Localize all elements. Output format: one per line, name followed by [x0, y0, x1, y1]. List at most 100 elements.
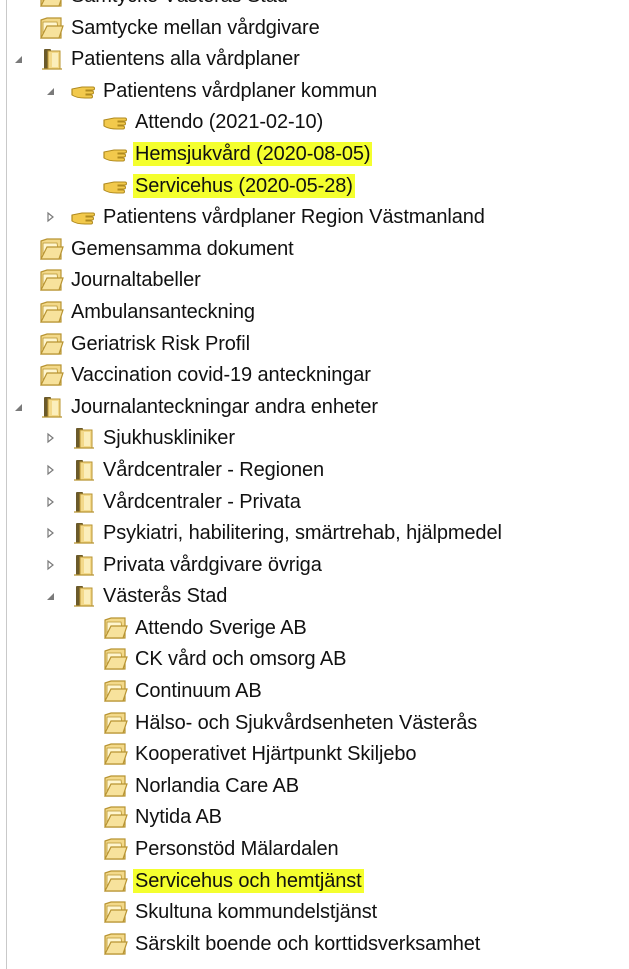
tree-item[interactable]: Servicehus (2020-05-28) [7, 170, 629, 202]
tree-item-label: Nytida AB [135, 806, 222, 829]
tree-item-label: Patientens vårdplaner Region Västmanland [103, 206, 485, 229]
note-folder-icon [37, 298, 65, 326]
tree-item-label: Hälso- och Sjukvårdsenheten Västerås [135, 711, 478, 734]
tree-item[interactable]: Skultuna kommundelstjänst [7, 896, 629, 928]
tree-item[interactable]: Servicehus och hemtjänst [7, 865, 629, 897]
tree-item-label: Psykiatri, habilitering, smärtrehab, hjä… [103, 522, 502, 545]
tree-item[interactable]: Continuum AB [7, 675, 629, 707]
tree-item-label: Personstöd Mälardalen [135, 838, 339, 861]
tree-item[interactable]: Attendo Sverige AB [7, 612, 629, 644]
note-folder-icon [101, 677, 129, 705]
tree-item[interactable]: Hälso- och Sjukvårdsenheten Västerås [7, 707, 629, 739]
note-folder-icon [101, 645, 129, 673]
tree-item-label: Attendo (2021-02-10) [135, 111, 324, 134]
tree-item[interactable]: Vaccination covid-19 anteckningar [7, 359, 629, 391]
tree-item[interactable]: Sjukhuskliniker [7, 422, 629, 454]
expand-arrow-icon[interactable] [43, 431, 57, 445]
book-folder-icon [69, 582, 97, 610]
book-folder-icon [69, 488, 97, 516]
hand-icon [101, 108, 129, 136]
tree-item-label: Särskilt boende och korttidsverksamhet [135, 932, 481, 955]
collapse-arrow-icon[interactable] [43, 84, 57, 98]
tree-item-label: Västerås Stad [103, 585, 228, 608]
tree-item-label: Skultuna kommundelstjänst [135, 901, 378, 924]
collapse-arrow-icon[interactable] [43, 589, 57, 603]
expand-arrow-icon[interactable] [43, 558, 57, 572]
tree-item-label: Servicehus och hemtjänst [133, 868, 364, 893]
tree-item[interactable]: Särskilt boende och korttidsverksamhet [7, 928, 629, 960]
book-folder-icon [69, 424, 97, 452]
tree-item-label: Patientens alla vårdplaner [71, 48, 300, 71]
tree-item[interactable]: Samtycke Västerås Stad [7, 0, 629, 12]
tree-item-label: Attendo Sverige AB [135, 616, 307, 639]
note-folder-icon [101, 930, 129, 958]
tree-item[interactable]: Hemsjukvård (2020-08-05) [7, 138, 629, 170]
tree-item-label: Samtycke mellan vårdgivare [71, 16, 320, 39]
book-folder-icon [37, 45, 65, 73]
book-folder-icon [69, 456, 97, 484]
tree-item[interactable]: Vårdcentraler - Privata [7, 486, 629, 518]
note-folder-icon [101, 772, 129, 800]
note-folder-icon [101, 835, 129, 863]
tree-item[interactable]: Vårdcentraler - Regionen [7, 454, 629, 486]
expand-arrow-icon[interactable] [43, 463, 57, 477]
tree-item[interactable]: Norlandia Care AB [7, 770, 629, 802]
tree-item[interactable]: Attendo (2021-02-10) [7, 106, 629, 138]
note-folder-icon [37, 266, 65, 294]
tree-item[interactable]: Ambulansanteckning [7, 296, 629, 328]
tree-item-label: Vårdcentraler - Regionen [103, 458, 325, 481]
tree-item[interactable]: Journalanteckningar andra enheter [7, 391, 629, 423]
tree-item[interactable]: Samtycke mellan vårdgivare [7, 12, 629, 44]
note-folder-icon [101, 867, 129, 895]
note-folder-icon [37, 14, 65, 42]
tree-item-label: Hemsjukvård (2020-08-05) [133, 141, 373, 166]
tree-item[interactable]: Geriatrisk Risk Profil [7, 328, 629, 360]
tree-item[interactable]: Privata vårdgivare övriga [7, 549, 629, 581]
tree-item-label: Kooperativet Hjärtpunkt Skiljebo [135, 743, 417, 766]
tree-item[interactable]: Journaltabeller [7, 264, 629, 296]
tree-item-label: Vårdcentraler - Privata [103, 490, 301, 513]
note-folder-icon [101, 740, 129, 768]
note-folder-icon [101, 898, 129, 926]
tree-item[interactable]: Psykiatri, habilitering, smärtrehab, hjä… [7, 517, 629, 549]
tree-item-label: Privata vårdgivare övriga [103, 553, 322, 576]
collapse-arrow-icon[interactable] [11, 52, 25, 66]
tree-item-label: Patientens vårdplaner kommun [103, 79, 378, 102]
tree-item-label: Vaccination covid-19 anteckningar [71, 364, 371, 387]
tree-item-label: Journaltabeller [71, 269, 201, 292]
note-folder-icon [37, 330, 65, 358]
tree-item-label: Geriatrisk Risk Profil [71, 332, 250, 355]
expand-arrow-icon[interactable] [43, 495, 57, 509]
tree-item[interactable]: CK vård och omsorg AB [7, 643, 629, 675]
note-folder-icon [37, 361, 65, 389]
book-folder-icon [37, 393, 65, 421]
hand-icon [69, 203, 97, 231]
tree-item[interactable]: Patientens vårdplaner kommun [7, 75, 629, 107]
tree-item[interactable]: Patientens alla vårdplaner [7, 43, 629, 75]
tree-item[interactable]: Patientens vårdplaner Region Västmanland [7, 201, 629, 233]
hand-icon [101, 172, 129, 200]
tree-item-label: Sjukhuskliniker [103, 427, 235, 450]
tree-item-label: Ambulansanteckning [71, 300, 255, 323]
tree-item[interactable]: Gemensamma dokument [7, 233, 629, 265]
tree-item-label: CK vård och omsorg AB [135, 648, 347, 671]
tree-item-label: Journalanteckningar andra enheter [71, 395, 378, 418]
collapse-arrow-icon[interactable] [11, 400, 25, 414]
note-folder-icon [101, 709, 129, 737]
tree-panel: Samtycke Västerås Stad Samtycke mellan v… [6, 0, 629, 969]
expand-arrow-icon[interactable] [43, 210, 57, 224]
tree-item[interactable]: Personstöd Mälardalen [7, 833, 629, 865]
note-folder-icon [37, 0, 65, 10]
tree-item-label: Gemensamma dokument [71, 237, 294, 260]
tree-item[interactable]: Västerås Stad [7, 580, 629, 612]
tree-item-label: Norlandia Care AB [135, 774, 299, 797]
tree-item[interactable]: Kooperativet Hjärtpunkt Skiljebo [7, 738, 629, 770]
tree-item[interactable]: Nytida AB [7, 801, 629, 833]
tree-item-label: Servicehus (2020-05-28) [133, 173, 355, 198]
hand-icon [69, 77, 97, 105]
tree-item-label: Continuum AB [135, 680, 262, 703]
note-folder-icon [101, 614, 129, 642]
note-folder-icon [37, 235, 65, 263]
expand-arrow-icon[interactable] [43, 526, 57, 540]
navigation-tree: Samtycke Västerås Stad Samtycke mellan v… [7, 0, 629, 959]
